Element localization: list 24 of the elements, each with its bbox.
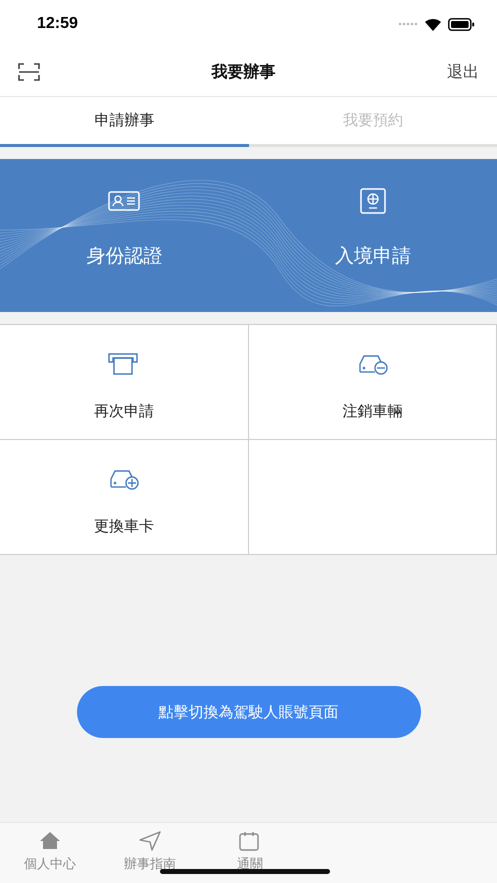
logout-button[interactable]: 退出 — [447, 62, 479, 82]
banner-item[interactable]: 身份認證 — [0, 159, 248, 312]
send-icon — [139, 831, 161, 851]
car-plus-icon — [108, 468, 140, 490]
car-minus-icon — [356, 353, 388, 375]
wifi-icon — [424, 18, 442, 30]
service-tile[interactable]: 再次申請 — [0, 325, 248, 440]
service-tile[interactable]: 注銷車輛 — [248, 325, 497, 440]
card-slot-icon — [108, 353, 140, 375]
service-tile[interactable]: 更換車卡 — [0, 440, 248, 555]
calendar-icon — [239, 831, 261, 851]
id-card-icon — [108, 191, 140, 211]
scan-button[interactable] — [18, 63, 40, 81]
banner-item[interactable]: 入境申請 — [248, 159, 497, 312]
signal-dots-icon — [398, 21, 418, 27]
tab-bar-item[interactable]: 通關 — [200, 823, 300, 883]
battery-icon — [448, 18, 475, 30]
switch-account-button[interactable]: 點擊切換為駕駛人賬號頁面 — [76, 686, 420, 738]
page-title: 我要辦事 — [212, 62, 276, 82]
passport-icon — [360, 188, 386, 214]
status-time: 12:59 — [37, 15, 78, 33]
home-icon — [39, 831, 61, 851]
tab-bar-item[interactable]: 辦事指南 — [100, 823, 200, 883]
tab-bar-item[interactable]: 個人中心 — [0, 823, 100, 883]
